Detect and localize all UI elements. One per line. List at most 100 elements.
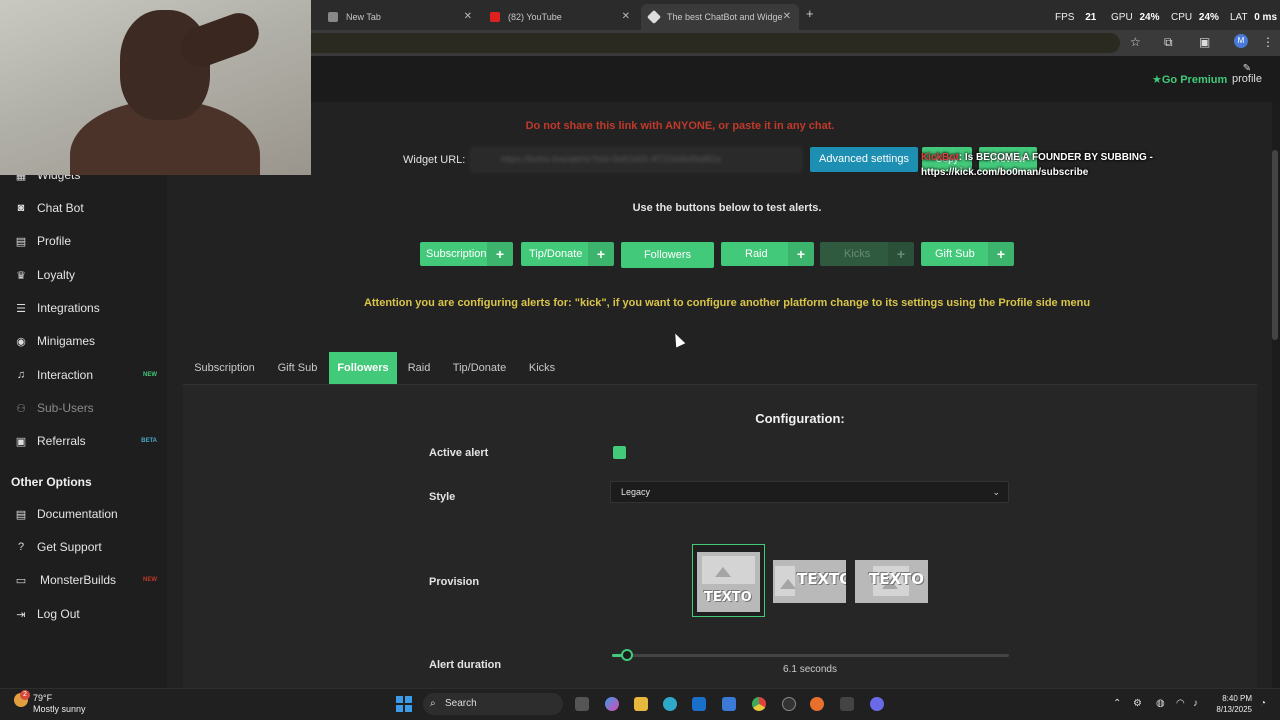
taskbar-search[interactable]: ⌕ Search (423, 693, 563, 715)
obs-icon[interactable] (782, 697, 796, 711)
test-raid-button[interactable]: Raid + (721, 242, 814, 266)
tab-subscription[interactable]: Subscription (183, 352, 266, 384)
bookmark-star-icon[interactable]: ☆ (1130, 35, 1141, 49)
logout-icon: ⇥ (16, 608, 26, 621)
url-field[interactable] (300, 33, 1120, 53)
active-alert-checkbox[interactable] (613, 446, 626, 459)
alert-duration-slider-track[interactable] (612, 654, 1009, 657)
style-select[interactable]: Legacy ⌄ (610, 481, 1009, 503)
file-explorer-icon[interactable] (634, 697, 648, 711)
sidebar-item-sub-users[interactable]: ⚇ Sub-Users (0, 393, 167, 423)
page-scrollbar[interactable] (1272, 102, 1280, 688)
tab-title: (82) YouTube (508, 12, 562, 22)
tab-tip-donate[interactable]: Tip/Donate (441, 352, 518, 384)
lat-unit: ms (1262, 12, 1277, 23)
laptop-icon: ▭ (15, 574, 27, 587)
widget-url-input[interactable]: https://botrix.live/alerts?bid=9a61b55-4… (470, 147, 802, 172)
gpu-label: GPU (1111, 12, 1133, 23)
test-kicks-button[interactable]: Kicks + (820, 242, 914, 266)
test-subscription-button[interactable]: Subscription + (420, 242, 513, 266)
wifi-icon[interactable]: ◠ (1176, 698, 1185, 709)
profile-link[interactable]: ✎ profile (1232, 63, 1262, 86)
tab-kicks[interactable]: Kicks (518, 352, 566, 384)
sidebar-item-minigames[interactable]: ◉ Minigames (0, 326, 167, 356)
button-label: Subscription (426, 248, 487, 260)
sidebar-item-label: Chat Bot (37, 201, 84, 215)
close-tab-icon[interactable]: ✕ (783, 11, 791, 22)
sidebar-item-chat-bot[interactable]: ◙ Chat Bot (0, 193, 167, 223)
sidebar-item-documentation[interactable]: ▤ Documentation (0, 499, 167, 529)
tab-gift-sub[interactable]: Gift Sub (266, 352, 329, 384)
new-tab-button[interactable]: + (806, 6, 814, 21)
weather-widget[interactable]: 79°F Mostly sunny (33, 693, 86, 715)
configuration-title: Configuration: (755, 411, 845, 426)
test-tip-donate-button[interactable]: Tip/Donate + (521, 242, 614, 266)
epic-games-icon[interactable] (840, 697, 854, 711)
tray-app-icon[interactable]: ⚙ (1133, 698, 1142, 709)
tab-followers[interactable]: Followers (329, 352, 397, 384)
volume-icon[interactable]: ♪ (1193, 698, 1198, 709)
firefox-icon[interactable] (810, 697, 824, 711)
provision-option-overlay[interactable]: TEXTO (855, 560, 928, 603)
tab-title: The best ChatBot and Widgets (667, 12, 782, 22)
style-label: Style (429, 491, 456, 503)
outlook-icon[interactable] (692, 697, 706, 711)
tray-app-icon[interactable]: ◍ (1156, 698, 1165, 709)
test-alerts-hint: Use the buttons below to test alerts. (632, 202, 822, 214)
alert-duration-slider-thumb[interactable] (621, 649, 633, 661)
taskbar-clock[interactable]: 8:40 PM 8/13/2025 (1210, 693, 1252, 715)
browser-menu-icon[interactable]: ⋮ (1262, 35, 1274, 49)
close-tab-icon[interactable]: ✕ (622, 11, 630, 22)
weather-sun-icon[interactable]: 2 (14, 690, 30, 707)
advanced-settings-button[interactable]: Advanced settings (810, 147, 918, 172)
alert-duration-label: Alert duration (429, 659, 502, 671)
new-badge: NEW (143, 577, 157, 583)
pencil-icon: ✎ (1242, 63, 1252, 74)
beta-badge: BETA (141, 438, 157, 444)
task-view-icon[interactable] (575, 697, 589, 711)
cpu-label: CPU (1171, 12, 1193, 23)
chrome-icon[interactable] (752, 697, 766, 711)
test-gift-sub-button[interactable]: Gift Sub + (921, 242, 1014, 266)
go-premium-link[interactable]: ★Go Premium (1152, 73, 1227, 86)
browser-profile-avatar[interactable]: M (1234, 34, 1248, 48)
browser-tab-chatbot[interactable]: The best ChatBot and Widgets ✕ (641, 4, 799, 30)
share-warning: Do not share this link with ANYONE, or p… (525, 120, 835, 132)
discord-icon[interactable] (870, 697, 884, 711)
sidebar-item-loyalty[interactable]: ♛ Loyalty (0, 260, 167, 290)
sidebar-item-label: Loyalty (37, 268, 76, 282)
notification-bell-icon[interactable]: ◔ (1260, 698, 1266, 709)
provision-option-stacked[interactable]: TEXTO (697, 552, 760, 612)
close-tab-icon[interactable]: ✕ (464, 11, 472, 22)
sidebar-item-interaction[interactable]: ♫ Interaction NEW (0, 360, 167, 390)
copilot-icon[interactable] (605, 697, 619, 711)
chat-overlay-message: KickBot: Is BECOME A FOUNDER BY SUBBING … (921, 150, 1201, 180)
sidebar-item-integrations[interactable]: ☰ Integrations (0, 293, 167, 323)
browser-tab-new-tab[interactable]: New Tab ✕ (320, 4, 480, 30)
sidebar-item-log-out[interactable]: ⇥ Log Out (0, 599, 167, 629)
sidebar: ▦ Widgets ◙ Chat Bot ▤ Profile ♛ Loyalty… (0, 102, 167, 688)
sidebar-item-referrals[interactable]: ▣ Referrals BETA (0, 426, 167, 456)
tab-title: New Tab (346, 12, 381, 22)
test-followers-button[interactable]: Followers (621, 242, 714, 268)
sidebar-item-profile[interactable]: ▤ Profile (0, 226, 167, 256)
edge-icon[interactable] (663, 697, 677, 711)
photos-icon[interactable] (722, 697, 736, 711)
sidebar-item-label: Referrals (37, 434, 86, 448)
sidebar-item-label: Get Support (37, 540, 102, 554)
scrollbar-thumb[interactable] (1272, 150, 1278, 340)
browser-tab-youtube[interactable]: (82) YouTube ✕ (482, 4, 638, 30)
plus-icon: + (487, 242, 513, 266)
tray-chevron-icon[interactable]: ⌃ (1113, 698, 1121, 709)
youtube-icon (490, 12, 500, 22)
windows-start-icon[interactable] (396, 696, 412, 712)
sidebar-item-get-support[interactable]: ? Get Support (0, 532, 167, 562)
provision-option-side[interactable]: TEXTO (773, 560, 846, 603)
sidebar-item-monsterbuilds[interactable]: ▭ MonsterBuilds NEW (0, 565, 167, 595)
extensions-icon[interactable]: ⧉ (1164, 35, 1173, 50)
gamepad-icon: ◉ (16, 335, 26, 348)
other-options-heading: Other Options (11, 475, 92, 489)
side-panel-icon[interactable]: ▣ (1199, 35, 1210, 49)
tab-raid[interactable]: Raid (397, 352, 441, 384)
sidebar-item-label: Integrations (37, 301, 100, 315)
